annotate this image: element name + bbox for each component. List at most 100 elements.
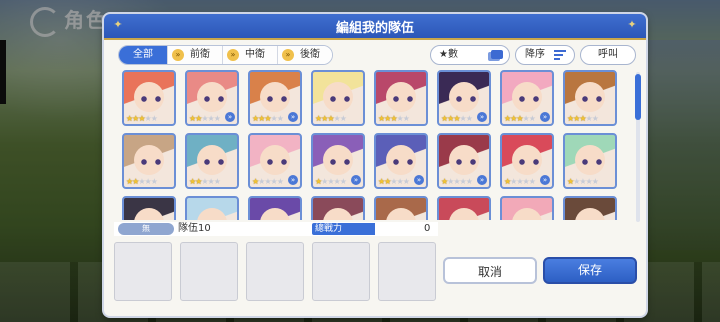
star-sort-button[interactable]: ★數	[430, 45, 510, 65]
team-editor-dialog: ✦ 編組我的隊伍 ✦ 全部 » 前衛 » 中衛 » 後衛 ★數 降序 呼叫 ★★★★★…	[104, 14, 646, 316]
character-portrait	[512, 208, 542, 220]
tab-back[interactable]: » 後衛	[278, 46, 332, 64]
character-eyes	[582, 159, 602, 165]
call-label: 呼叫	[598, 49, 618, 60]
character-card[interactable]: ★★★★★ »	[248, 70, 302, 126]
character-eyes	[141, 96, 161, 102]
character-eyes	[519, 96, 539, 102]
character-eyes	[267, 159, 287, 165]
save-button[interactable]: 保存	[543, 257, 637, 284]
sort-order-label: 降序	[525, 49, 545, 60]
party-slot[interactable]	[378, 242, 436, 301]
position-badge-icon: »	[288, 112, 298, 122]
character-eyes	[582, 96, 602, 102]
party-slot[interactable]	[180, 242, 238, 301]
dialog-header: ✦ 編組我的隊伍 ✦	[104, 14, 646, 40]
position-badge-icon: »	[351, 175, 361, 185]
star-rating: ★★★★★	[315, 177, 347, 186]
star-rating: ★★★★★	[441, 177, 473, 186]
tab-middle[interactable]: » 中衛	[223, 46, 278, 64]
character-card[interactable]	[185, 196, 239, 220]
character-eyes	[456, 96, 476, 102]
position-badge-icon: »	[540, 112, 550, 122]
position-badge-icon: »	[540, 175, 550, 185]
star-rating: ★★★★★	[504, 114, 536, 123]
character-portrait	[449, 208, 479, 220]
character-card[interactable]: ★★★★★ »	[437, 133, 491, 189]
character-card[interactable]: ★★★★★ »	[437, 70, 491, 126]
cancel-button[interactable]: 取消	[443, 257, 537, 284]
character-card[interactable]: ★★★★★ »	[500, 133, 554, 189]
character-card[interactable]: ★★★★★	[563, 133, 617, 189]
card-view-icon	[491, 50, 503, 59]
character-eyes	[141, 159, 161, 165]
call-button[interactable]: 呼叫	[580, 45, 636, 65]
party-panel: 無 隊伍10 總戰力 0	[114, 222, 438, 316]
position-back-icon: »	[282, 49, 294, 61]
character-portrait	[197, 208, 227, 220]
character-card[interactable]: ★★★★★	[122, 70, 176, 126]
character-card[interactable]: ★★★★★ »	[185, 70, 239, 126]
character-card[interactable]: ★★★★★	[374, 70, 428, 126]
character-card[interactable]: ★★★★★ »	[500, 70, 554, 126]
party-slot[interactable]	[312, 242, 370, 301]
position-badge-icon: »	[414, 175, 424, 185]
star-sort-label: ★數	[439, 49, 458, 60]
party-info-strip: 無 隊伍10 總戰力 0	[114, 222, 438, 236]
character-card[interactable]: ★★★★★	[185, 133, 239, 189]
character-portrait	[323, 208, 353, 220]
character-card[interactable]: ★★★★★	[122, 133, 176, 189]
star-rating: ★★★★★	[252, 177, 284, 186]
character-card[interactable]	[122, 196, 176, 220]
character-eyes	[393, 159, 413, 165]
star-rating: ★★★★★	[567, 177, 599, 186]
tab-back-label: 後衛	[300, 49, 320, 60]
position-badge-icon: »	[477, 175, 487, 185]
character-card[interactable]: ★★★★★ »	[374, 133, 428, 189]
character-card[interactable]	[500, 196, 554, 220]
character-eyes	[519, 159, 539, 165]
star-rating: ★★★★★	[504, 177, 536, 186]
character-eyes	[267, 96, 287, 102]
weapon-selector[interactable]: 無	[118, 223, 174, 235]
party-slot[interactable]	[114, 242, 172, 301]
star-rating: ★★★★★	[378, 114, 410, 123]
character-eyes	[330, 159, 350, 165]
tab-all-label: 全部	[133, 49, 153, 60]
star-rating: ★★★★★	[252, 114, 284, 123]
character-card[interactable]: ★★★★★ »	[248, 133, 302, 189]
position-filter-tabs: 全部 » 前衛 » 中衛 » 後衛	[118, 45, 333, 65]
star-rating: ★★★★★	[378, 177, 410, 186]
character-eyes	[330, 96, 350, 102]
tab-middle-label: 中衛	[245, 49, 265, 60]
character-card[interactable]	[437, 196, 491, 220]
total-power-value: 0	[424, 223, 431, 234]
star-rating: ★★★★★	[126, 114, 158, 123]
character-grid: ★★★★★ ★★★★★ » ★★★★★ » ★★★★★ ★★★★★ ★★★★★ » ★★★★★ » ★…	[122, 70, 630, 220]
character-card[interactable]	[311, 196, 365, 220]
character-card[interactable]: ★★★★★	[311, 70, 365, 126]
star-rating: ★★★★★	[126, 177, 158, 186]
tab-front[interactable]: » 前衛	[168, 46, 223, 64]
total-power-label: 總戰力	[312, 223, 375, 235]
character-eyes	[204, 159, 224, 165]
sort-order-button[interactable]: 降序	[515, 45, 575, 65]
character-card[interactable]: ★★★★★	[563, 70, 617, 126]
cancel-label: 取消	[477, 265, 502, 279]
character-eyes	[204, 96, 224, 102]
character-card[interactable]	[248, 196, 302, 220]
grid-scroll-thumb[interactable]	[635, 74, 641, 120]
star-rating: ★★★★★	[441, 114, 473, 123]
character-card[interactable]	[374, 196, 428, 220]
character-card[interactable]: ★★★★★ »	[311, 133, 365, 189]
position-badge-icon: »	[477, 112, 487, 122]
tab-all[interactable]: 全部	[119, 46, 168, 64]
character-card[interactable]	[563, 196, 617, 220]
team-name: 隊伍10	[178, 223, 211, 234]
party-slot[interactable]	[246, 242, 304, 301]
tab-front-label: 前衛	[190, 49, 210, 60]
character-portrait	[386, 208, 416, 220]
position-badge-icon: »	[225, 112, 235, 122]
star-rating: ★★★★★	[315, 114, 347, 123]
position-badge-icon: »	[288, 175, 298, 185]
